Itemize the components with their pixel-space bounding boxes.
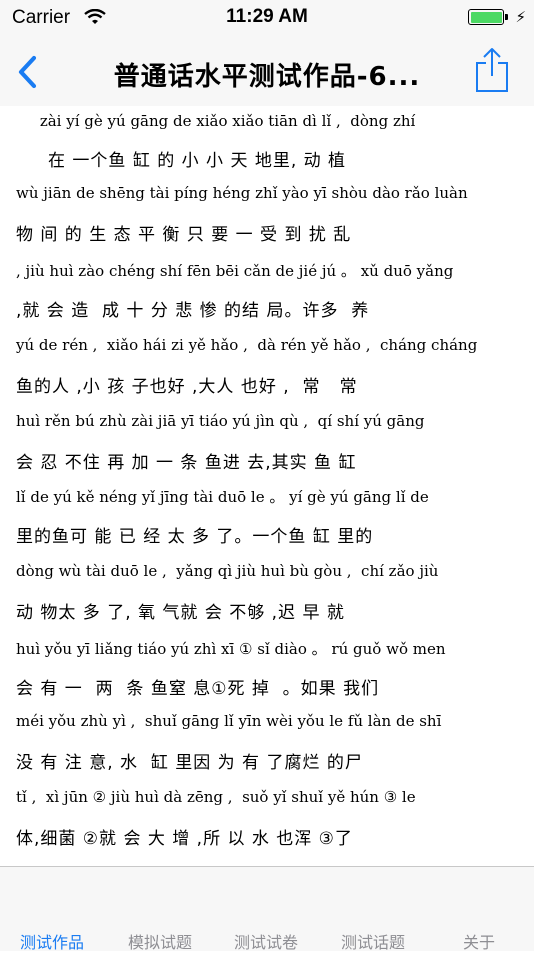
tab-item[interactable]: 测试试卷 — [213, 929, 319, 953]
pinyin-line: , jiù huì zào chéng shí fēn bēi cǎn de j… — [16, 262, 454, 280]
battery-nub — [505, 14, 508, 20]
pinyin-line: tǐ , xì jūn ② jiù huì dà zēng , suǒ yǐ s… — [16, 788, 416, 806]
status-bar: Carrier 11:29 AM ⚡︎ — [0, 0, 534, 36]
article-content[interactable]: zài yí gè yú gāng de xiǎo xiǎo tiān dì l… — [0, 106, 534, 866]
status-time: 11:29 AM — [226, 6, 308, 27]
tab-item[interactable]: 关于 — [426, 929, 532, 953]
charging-icon: ⚡︎ — [515, 8, 526, 26]
pinyin-line: dòng wù tài duō le , yǎng qì jiù huì bù … — [16, 562, 439, 580]
tab-bar: 测试作品 模拟试题 测试试卷 测试话题 关于 — [0, 866, 534, 953]
tab-item[interactable]: 测试话题 — [320, 929, 426, 953]
hanzi-line: 里的鱼可 能 已 经 太 多 了。一个鱼 缸 里的 — [16, 527, 374, 547]
hanzi-line: 会 有 一 两 条 鱼窒 息①死 掉 。如果 我们 — [16, 679, 380, 699]
hanzi-line: 体,细菌 ②就 会 大 增 ,所 以 水 也浑 ③了 — [16, 829, 353, 849]
hanzi-line: 没 有 注 意, 水 缸 里因 为 有 了腐烂 的尸 — [16, 753, 363, 773]
pinyin-line: huì yǒu yī liǎng tiáo yú zhì xī ① sǐ dià… — [16, 640, 446, 658]
pinyin-line: méi yǒu zhù yì , shuǐ gāng lǐ yīn wèi yǒ… — [16, 712, 442, 730]
hanzi-line: ,就 会 造 成 十 分 悲 惨 的结 局。许多 养 — [16, 301, 370, 321]
hanzi-line: 在 一个鱼 缸 的 小 小 天 地里, 动 植 — [16, 151, 347, 171]
pinyin-line: huì rěn bú zhù zài jiā yī tiáo yú jìn qù… — [16, 412, 425, 430]
pinyin-line: yú de rén , xiǎo hái zi yě hǎo , dà rén … — [16, 336, 478, 354]
pinyin-line: lǐ de yú kě néng yǐ jīng tài duō le 。 yí… — [16, 488, 429, 506]
tab-item[interactable]: 模拟试题 — [107, 929, 213, 953]
hanzi-line: 物 间 的 生 态 平 衡 只 要 一 受 到 扰 乱 — [16, 225, 352, 245]
pinyin-line: wù jiān de shēng tài píng héng zhǐ yào y… — [16, 184, 468, 202]
page-title: 普通话水平测试作品-6... — [113, 62, 421, 92]
tab-item[interactable]: 测试作品 — [0, 929, 105, 953]
share-icon[interactable] — [474, 46, 510, 94]
battery-icon — [468, 9, 504, 25]
hanzi-line: 动 物太 多 了, 氧 气就 会 不够 ,迟 早 就 — [16, 603, 345, 623]
pinyin-line: zài yí gè yú gāng de xiǎo xiǎo tiān dì l… — [16, 112, 416, 130]
hanzi-line: 鱼的人 ,小 孩 子也好 ,大人 也好 , 常 常 — [16, 377, 358, 397]
chevron-left-icon[interactable] — [12, 52, 42, 92]
navigation-bar: 普通话水平测试作品-6... — [0, 36, 534, 107]
hanzi-line: 会 忍 不住 再 加 一 条 鱼进 去,其实 鱼 缸 — [16, 453, 357, 473]
